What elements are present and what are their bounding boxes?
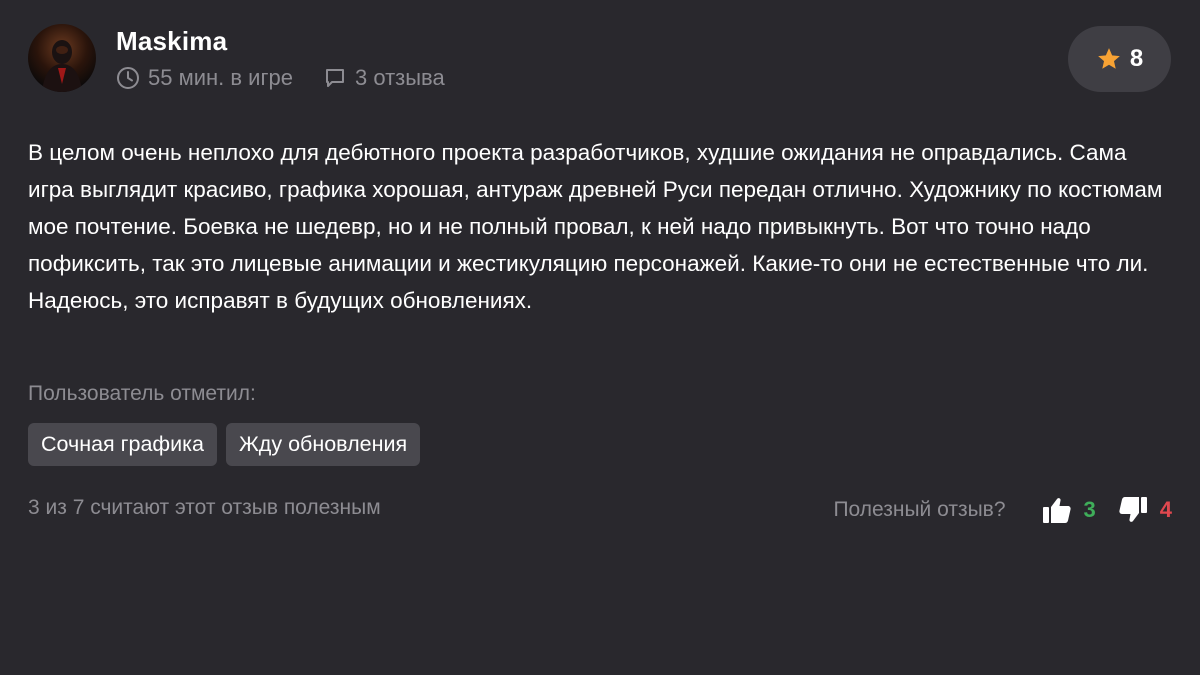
- review-count-text: 3 отзыва: [354, 65, 445, 90]
- rating-badge: 8: [1068, 26, 1171, 92]
- tags-label: Пользователь отметил:: [28, 382, 256, 405]
- upvote-button[interactable]: 3: [1042, 496, 1096, 524]
- downvote-button[interactable]: 4: [1118, 496, 1172, 524]
- clock-icon: [117, 67, 139, 89]
- thumbs-down-icon: [1119, 497, 1147, 522]
- tag[interactable]: Жду обновления: [225, 423, 421, 466]
- upvote-count: 3: [1083, 497, 1096, 522]
- avatar-image: [42, 40, 82, 92]
- review-card: Maskima 55 мин. в игре 3 отзыва 8 В цело…: [0, 0, 1200, 675]
- comment-icon: [325, 69, 344, 87]
- playtime-text: 55 мин. в игре: [148, 65, 293, 90]
- review-count[interactable]: 3 отзыва: [323, 65, 445, 91]
- user-meta: 55 мин. в игре 3 отзыва: [116, 64, 445, 92]
- thumbs-up-icon: [1042, 498, 1071, 523]
- review-text: В целом очень неплохо для дебютного прое…: [28, 140, 1163, 313]
- username[interactable]: Maskima: [116, 26, 227, 57]
- playtime: 55 мин. в игре: [116, 65, 293, 91]
- tag-list: Сочная графика Жду обновления: [28, 423, 421, 466]
- avatar[interactable]: [28, 24, 96, 92]
- tag[interactable]: Сочная графика: [28, 423, 217, 466]
- vote-area: Полезный отзыв? 3 4: [833, 493, 1172, 527]
- rating-value: 8: [1129, 45, 1144, 72]
- star-icon: [1097, 48, 1120, 69]
- helpful-summary: 3 из 7 считают этот отзыв полезным: [28, 496, 381, 519]
- downvote-count: 4: [1159, 497, 1172, 522]
- helpful-question: Полезный отзыв?: [833, 498, 1006, 521]
